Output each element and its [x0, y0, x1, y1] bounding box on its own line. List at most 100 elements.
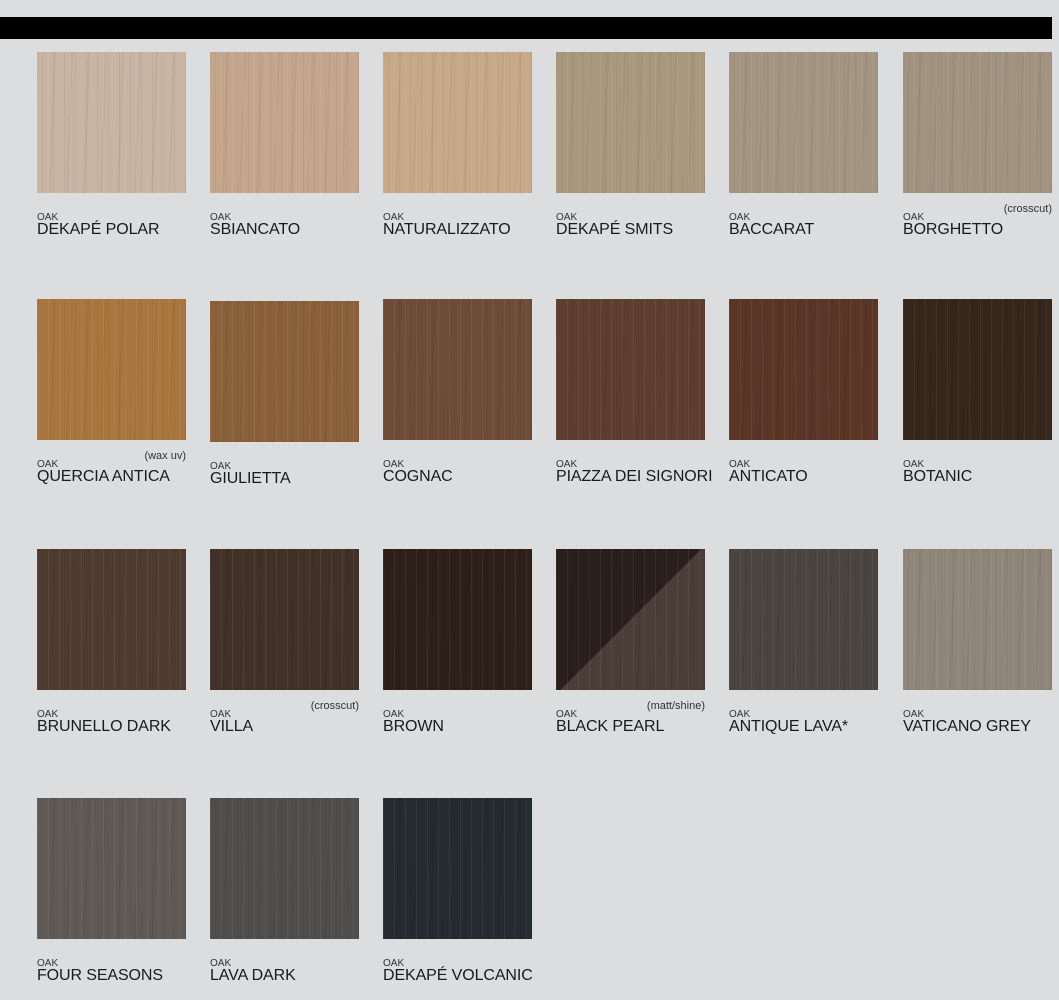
wood-grain-texture: [556, 299, 705, 440]
wood-swatch-image: [903, 549, 1052, 690]
swatch-item: OAK VATICANO GREY: [903, 549, 1052, 736]
swatch-species: OAK: [383, 709, 405, 720]
wood-grain-texture: [729, 299, 878, 440]
swatch-name: PIAZZA DEI SIGNORI: [556, 468, 713, 485]
wood-grain-texture: [729, 52, 878, 193]
wood-swatch-image: [210, 798, 359, 939]
swatch-item: OAK ANTICATO: [729, 299, 878, 486]
wood-grain-texture: [37, 299, 186, 440]
swatch-species: OAK: [903, 459, 925, 470]
wood-grain-texture: [383, 549, 532, 690]
swatch-item: OAK GIULIETTA: [210, 301, 359, 488]
swatch-item: OAK (crosscut) BORGHETTO: [903, 52, 1052, 239]
wood-grain-texture: [210, 301, 359, 442]
wood-grain-texture: [903, 52, 1052, 193]
swatch-name: BACCARAT: [729, 221, 815, 238]
swatch-name: VATICANO GREY: [903, 718, 1031, 735]
wood-swatch-image: [729, 52, 878, 193]
swatch-species: OAK: [210, 958, 232, 969]
wood-grain-texture: [37, 52, 186, 193]
swatch-species: OAK: [210, 709, 232, 720]
swatch-name: DEKAPÉ VOLCANIC: [383, 967, 533, 984]
swatch-item: OAK (crosscut) VILLA: [210, 549, 359, 736]
wood-swatch-image: [556, 549, 705, 690]
swatch-species: OAK: [903, 212, 925, 223]
wood-grain-texture: [37, 798, 186, 939]
swatch-item: OAK ANTIQUE LAVA*: [729, 549, 878, 736]
swatch-species: OAK: [903, 709, 925, 720]
wood-grain-texture: [37, 549, 186, 690]
wood-grain-texture: [210, 52, 359, 193]
swatch-item: OAK DEKAPÉ POLAR: [37, 52, 186, 239]
wood-grain-texture: [383, 299, 532, 440]
swatch-name: DEKAPÉ SMITS: [556, 221, 674, 238]
wood-swatch-image: [37, 52, 186, 193]
wood-swatch-image: [37, 299, 186, 440]
swatch-species: OAK: [37, 709, 59, 720]
wood-grain-texture: [210, 549, 359, 690]
swatch-item: OAK BACCARAT: [729, 52, 878, 239]
swatch-item: OAK LAVA DARK: [210, 798, 359, 985]
wood-swatch-image: [729, 299, 878, 440]
wood-swatch-image: [210, 301, 359, 442]
swatch-species: OAK: [556, 709, 578, 720]
swatch-name: ANTIQUE LAVA*: [729, 718, 849, 735]
swatch-species: OAK: [729, 709, 751, 720]
wood-grain-texture: [556, 549, 705, 690]
swatch-item: OAK DEKAPÉ VOLCANIC: [383, 798, 533, 985]
wood-grain-texture: [383, 798, 532, 939]
swatch-name: DEKAPÉ POLAR: [37, 221, 160, 238]
swatch-note: (wax uv): [144, 450, 186, 462]
wood-swatch-image: [210, 52, 359, 193]
swatch-name: BLACK PEARL: [556, 718, 665, 735]
swatch-item: OAK BOTANIC: [903, 299, 1052, 486]
swatch-name: FOUR SEASONS: [37, 967, 163, 984]
wood-swatch-image: [556, 299, 705, 440]
wood-swatch-image: [903, 52, 1052, 193]
swatch-species: OAK: [729, 459, 751, 470]
wood-swatch-image: [37, 798, 186, 939]
swatch-note: (crosscut): [1003, 203, 1052, 215]
swatch-item: OAK BROWN: [383, 549, 532, 736]
swatch-species: OAK: [37, 958, 59, 969]
wood-swatch-image: [383, 52, 532, 193]
wood-swatch-image: [556, 52, 705, 193]
wood-grain-texture: [383, 52, 532, 193]
swatch-species: OAK: [37, 459, 59, 470]
swatch-item: OAK BRUNELLO DARK: [37, 549, 186, 736]
wood-swatch-image: [383, 299, 532, 440]
swatch-item: OAK PIAZZA DEI SIGNORI: [556, 299, 713, 486]
swatch-species: OAK: [556, 212, 578, 223]
swatch-item: OAK COGNAC: [383, 299, 532, 486]
wood-grain-texture: [210, 798, 359, 939]
header-bar: [0, 17, 1052, 39]
swatch-note: (matt/shine): [646, 700, 705, 712]
swatch-species: OAK: [383, 958, 405, 969]
swatch-name: NATURALIZZATO: [383, 221, 511, 238]
swatch-species: OAK: [37, 212, 59, 223]
wood-swatch-image: [729, 549, 878, 690]
wood-swatch-image: [383, 798, 532, 939]
swatch-name: BOTANIC: [903, 468, 973, 485]
wood-grain-texture: [903, 299, 1052, 440]
swatch-item: OAK SBIANCATO: [210, 52, 359, 239]
swatch-name: LAVA DARK: [210, 967, 296, 984]
swatch-name: QUERCIA ANTICA: [37, 468, 170, 485]
swatch-species: OAK: [383, 212, 405, 223]
swatch-name: SBIANCATO: [210, 221, 301, 238]
swatch-species: OAK: [383, 459, 405, 470]
wood-swatch-image: [210, 549, 359, 690]
swatch-species: OAK: [210, 461, 232, 472]
swatch-name: ANTICATO: [729, 468, 808, 485]
swatch-item: OAK (wax uv) QUERCIA ANTICA: [37, 299, 186, 486]
swatch-name: BROWN: [383, 718, 444, 735]
swatch-item: OAK FOUR SEASONS: [37, 798, 186, 985]
swatch-item: OAK NATURALIZZATO: [383, 52, 532, 239]
swatch-species: OAK: [729, 212, 751, 223]
swatch-name: VILLA: [210, 718, 254, 735]
swatch-name: COGNAC: [383, 468, 453, 485]
wood-grain-texture: [729, 549, 878, 690]
swatch-note: (crosscut): [310, 700, 359, 712]
swatch-item: OAK (matt/shine) BLACK PEARL: [556, 549, 705, 736]
wood-swatch-image: [903, 299, 1052, 440]
